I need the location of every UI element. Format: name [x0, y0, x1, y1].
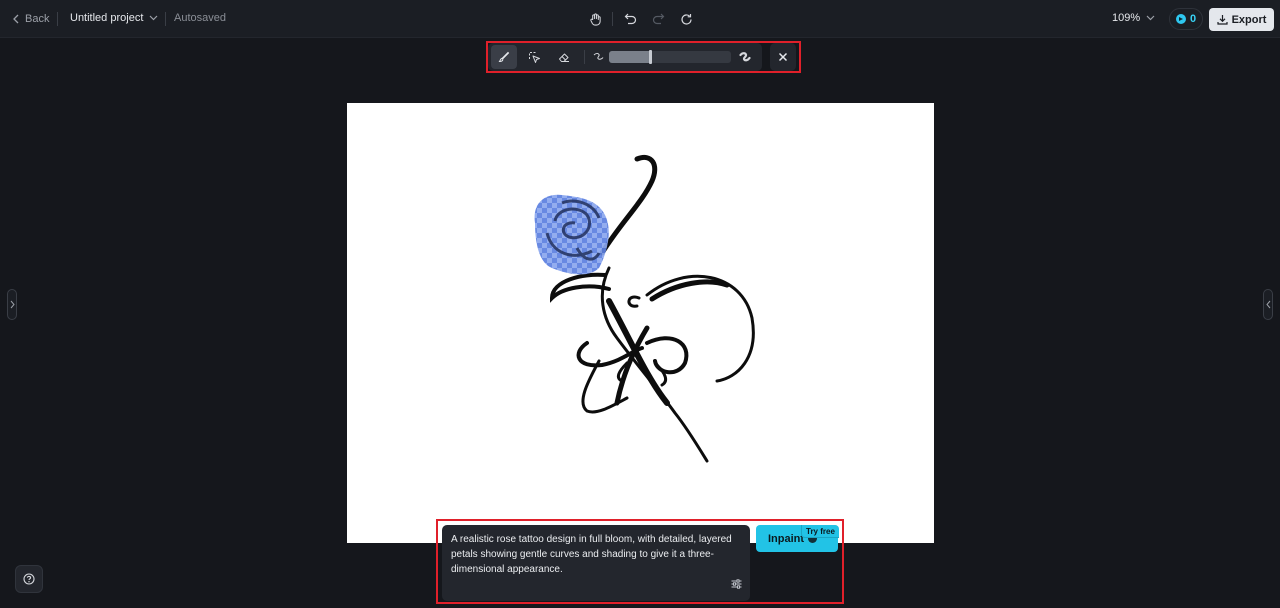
smart-select-tool-button[interactable] [521, 45, 547, 69]
top-bar: Back Untitled project Autosaved 109% 0 E… [0, 0, 1280, 38]
export-button[interactable]: Export [1209, 8, 1274, 31]
close-toolbar-button[interactable] [770, 43, 796, 71]
credit-icon [1175, 14, 1186, 24]
project-title-dropdown[interactable]: Untitled project [70, 12, 158, 24]
brush-size-small-icon [591, 48, 605, 66]
project-title: Untitled project [70, 12, 144, 24]
refresh-icon[interactable] [677, 10, 695, 28]
brush-size-large-icon [737, 48, 753, 66]
image-canvas[interactable] [347, 103, 934, 543]
help-button[interactable] [15, 565, 43, 593]
credits-button[interactable]: 0 [1169, 8, 1203, 30]
left-panel-toggle[interactable] [7, 289, 17, 320]
chevron-left-icon [1265, 300, 1270, 309]
back-button[interactable]: Back [12, 11, 49, 27]
history-tools [586, 10, 695, 28]
divider [612, 12, 613, 26]
slider-fill [609, 51, 651, 63]
zoom-dropdown[interactable]: 109% [1112, 12, 1155, 24]
brush-tool-button[interactable] [491, 45, 517, 69]
divider [57, 12, 58, 26]
question-icon [23, 573, 35, 585]
download-icon [1216, 15, 1228, 25]
back-label: Back [25, 13, 50, 25]
divider [584, 50, 585, 64]
brush-toolbar [488, 43, 798, 71]
slider-handle[interactable] [649, 50, 653, 64]
hand-icon[interactable] [586, 10, 604, 28]
autosave-status: Autosaved [174, 12, 226, 24]
eraser-icon [559, 53, 569, 62]
redo-icon[interactable] [649, 10, 667, 28]
rose-tattoo-image[interactable] [347, 103, 934, 543]
brush-icon [498, 51, 510, 63]
chevron-down-icon [149, 15, 158, 21]
try-free-badge: Try free [801, 525, 839, 538]
brush-tool-group [488, 43, 762, 71]
brush-size-slider[interactable] [609, 50, 731, 64]
prompt-input[interactable]: A realistic rose tattoo design in full b… [451, 532, 741, 577]
right-panel-toggle[interactable] [1263, 289, 1273, 320]
export-label: Export [1231, 13, 1267, 26]
inpaint-label: Inpaint [768, 532, 805, 545]
eraser-tool-button[interactable] [551, 45, 577, 69]
settings-sliders-icon[interactable] [731, 576, 742, 594]
credits-count: 0 [1189, 13, 1197, 25]
chevron-left-icon [13, 14, 19, 24]
zoom-level: 109% [1112, 12, 1141, 24]
close-icon [778, 52, 788, 62]
smart-select-icon [528, 51, 540, 63]
divider [165, 12, 166, 26]
chevron-right-icon [10, 300, 15, 309]
chevron-down-icon [1146, 15, 1155, 21]
undo-icon[interactable] [621, 10, 639, 28]
prompt-panel: A realistic rose tattoo design in full b… [442, 525, 750, 601]
